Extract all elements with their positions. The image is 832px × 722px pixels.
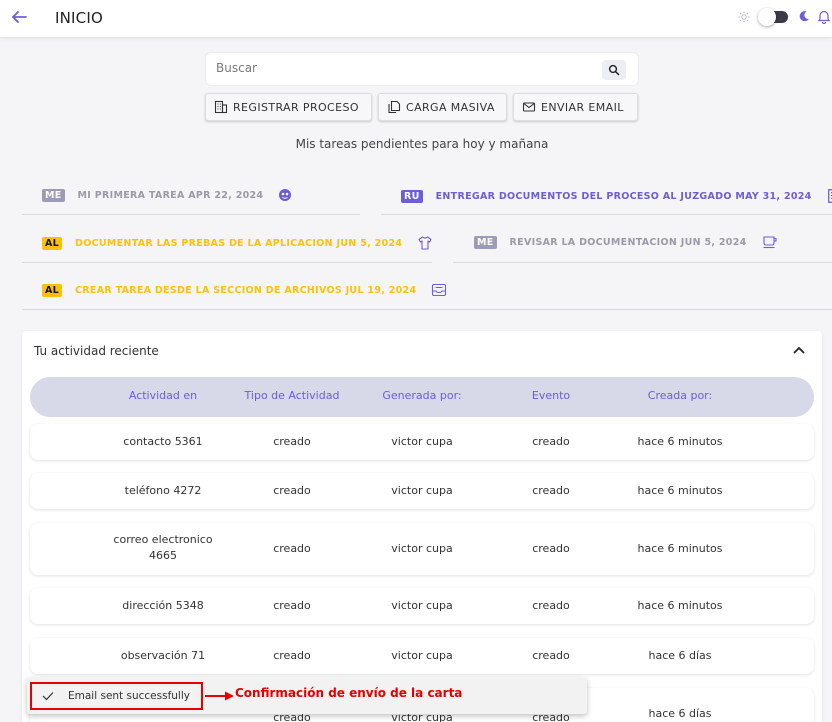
task-divider bbox=[22, 214, 360, 215]
table-cell: creado bbox=[532, 649, 570, 662]
table-cell: creado bbox=[273, 649, 311, 662]
table-cell: creado bbox=[273, 542, 311, 555]
building-icon bbox=[214, 100, 228, 114]
task-item[interactable]: ME MI PRIMERA TAREA APR 22, 2024 bbox=[42, 188, 292, 202]
table-cell: observación 71 bbox=[120, 649, 206, 662]
table-cell: victor cupa bbox=[391, 599, 453, 612]
task-item[interactable]: RU ENTREGAR DOCUMENTOS DEL PROCESO AL JU… bbox=[401, 188, 832, 204]
send-email-label: ENVIAR EMAIL bbox=[541, 100, 624, 114]
theme-toggle[interactable] bbox=[758, 8, 788, 26]
envelope-icon bbox=[522, 102, 536, 112]
table-row[interactable]: correo electronico 4665 creado victor cu… bbox=[30, 523, 814, 575]
task-divider bbox=[22, 262, 432, 263]
table-cell: hace 6 minutos bbox=[637, 542, 723, 555]
table-cell: hace 6 días bbox=[648, 707, 712, 720]
action-buttons: REGISTRAR PROCESO CARGA MASIVA ENVIAR EM… bbox=[0, 93, 832, 121]
pending-tasks-title: Mis tareas pendientes para hoy y mañana bbox=[295, 137, 549, 151]
search-input[interactable] bbox=[216, 61, 586, 75]
table-cell: creado bbox=[273, 484, 311, 497]
snackbar-highlight: Email sent successfully bbox=[30, 682, 203, 710]
column-header: Creada por: bbox=[647, 389, 713, 402]
task-badge: ME bbox=[474, 235, 497, 249]
table-row[interactable]: teléfono 4272 creado victor cupa creado … bbox=[30, 473, 814, 509]
cup-icon bbox=[762, 235, 778, 249]
column-header: Generada por: bbox=[382, 389, 462, 402]
top-bar: INICIO bbox=[0, 0, 832, 38]
search-button[interactable] bbox=[602, 60, 626, 80]
recent-activity-panel: Tu actividad reciente Actividad en Tipo … bbox=[22, 331, 822, 722]
annotation-arrow-icon bbox=[205, 691, 234, 701]
table-cell: creado bbox=[532, 435, 570, 448]
task-divider bbox=[453, 262, 832, 263]
table-cell: victor cupa bbox=[391, 435, 453, 448]
table-cell: correo electronico 4665 bbox=[113, 533, 213, 562]
table-cell: teléfono 4272 bbox=[124, 484, 202, 497]
table-cell: victor cupa bbox=[391, 649, 453, 662]
building-icon bbox=[827, 188, 832, 204]
annotation-text: Confirmación de envío de la carta bbox=[235, 686, 463, 700]
table-cell: creado bbox=[532, 599, 570, 612]
task-text: ENTREGAR DOCUMENTOS DEL PROCESO AL JUZGA… bbox=[435, 190, 812, 202]
table-cell: hace 6 minutos bbox=[637, 484, 723, 497]
task-item[interactable]: AL CREAR TAREA DESDE LA SECCION DE ARCHI… bbox=[42, 283, 447, 297]
table-cell: hace 6 minutos bbox=[637, 599, 723, 612]
table-cell: victor cupa bbox=[391, 542, 453, 555]
register-process-label: REGISTRAR PROCESO bbox=[233, 100, 359, 114]
task-badge: AL bbox=[42, 236, 63, 250]
bell-icon[interactable] bbox=[817, 9, 831, 24]
send-email-button[interactable]: ENVIAR EMAIL bbox=[513, 93, 638, 121]
chevron-up-icon[interactable] bbox=[792, 343, 806, 357]
table-row[interactable]: observación 71 creado victor cupa creado… bbox=[30, 638, 814, 674]
back-arrow-icon[interactable] bbox=[10, 8, 28, 26]
task-text: DOCUMENTAR LAS PREBAS DE LA APLICACION J… bbox=[75, 237, 403, 249]
task-badge: AL bbox=[42, 283, 63, 297]
column-header: Tipo de Actividad bbox=[244, 389, 340, 402]
task-item[interactable]: ME REVISAR LA DOCUMENTACION JUN 5, 2024 bbox=[474, 235, 778, 249]
recent-activity-title: Tu actividad reciente bbox=[34, 344, 159, 358]
register-process-button[interactable]: REGISTRAR PROCESO bbox=[205, 93, 372, 121]
table-cell: creado bbox=[532, 542, 570, 555]
task-badge: RU bbox=[401, 189, 423, 203]
check-icon bbox=[42, 692, 54, 701]
table-cell: creado bbox=[532, 484, 570, 497]
moon-icon bbox=[799, 11, 809, 22]
search-icon bbox=[608, 64, 620, 76]
table-cell: contacto 5361 bbox=[123, 435, 203, 448]
table-header: Actividad en Tipo de Actividad Generada … bbox=[30, 377, 814, 417]
toggle-knob bbox=[758, 8, 776, 26]
search-bar bbox=[205, 52, 639, 86]
documents-icon bbox=[388, 100, 401, 114]
page-title: INICIO bbox=[55, 9, 103, 27]
table-cell: victor cupa bbox=[391, 484, 453, 497]
bulk-upload-button[interactable]: CARGA MASIVA bbox=[378, 93, 507, 121]
bulk-upload-label: CARGA MASIVA bbox=[406, 100, 495, 114]
table-row[interactable]: dirección 5348 creado victor cupa creado… bbox=[30, 588, 814, 624]
table-cell: creado bbox=[273, 599, 311, 612]
task-text: CREAR TAREA DESDE LA SECCION DE ARCHIVOS… bbox=[75, 284, 417, 296]
column-header: Evento bbox=[531, 389, 571, 402]
task-text: REVISAR LA DOCUMENTACION JUN 5, 2024 bbox=[509, 236, 747, 248]
sun-icon bbox=[738, 11, 750, 23]
task-divider bbox=[22, 309, 832, 310]
snackbar-message: Email sent successfully bbox=[68, 690, 190, 702]
table-row[interactable]: contacto 5361 creado victor cupa creado … bbox=[30, 424, 814, 460]
table-cell: creado bbox=[273, 435, 311, 448]
task-divider bbox=[381, 214, 832, 215]
shirt-icon bbox=[417, 235, 433, 251]
inbox-icon bbox=[431, 283, 447, 297]
task-text: MI PRIMERA TAREA APR 22, 2024 bbox=[77, 189, 264, 201]
task-item[interactable]: AL DOCUMENTAR LAS PREBAS DE LA APLICACIO… bbox=[42, 235, 433, 251]
column-header: Actividad en bbox=[128, 389, 198, 402]
task-badge: ME bbox=[42, 188, 65, 202]
table-cell: hace 6 minutos bbox=[637, 435, 723, 448]
table-cell: dirección 5348 bbox=[122, 599, 204, 612]
face-icon bbox=[278, 188, 292, 202]
snackbar: Email sent successfully Confirmación de … bbox=[27, 678, 587, 714]
table-cell: hace 6 días bbox=[648, 649, 712, 662]
